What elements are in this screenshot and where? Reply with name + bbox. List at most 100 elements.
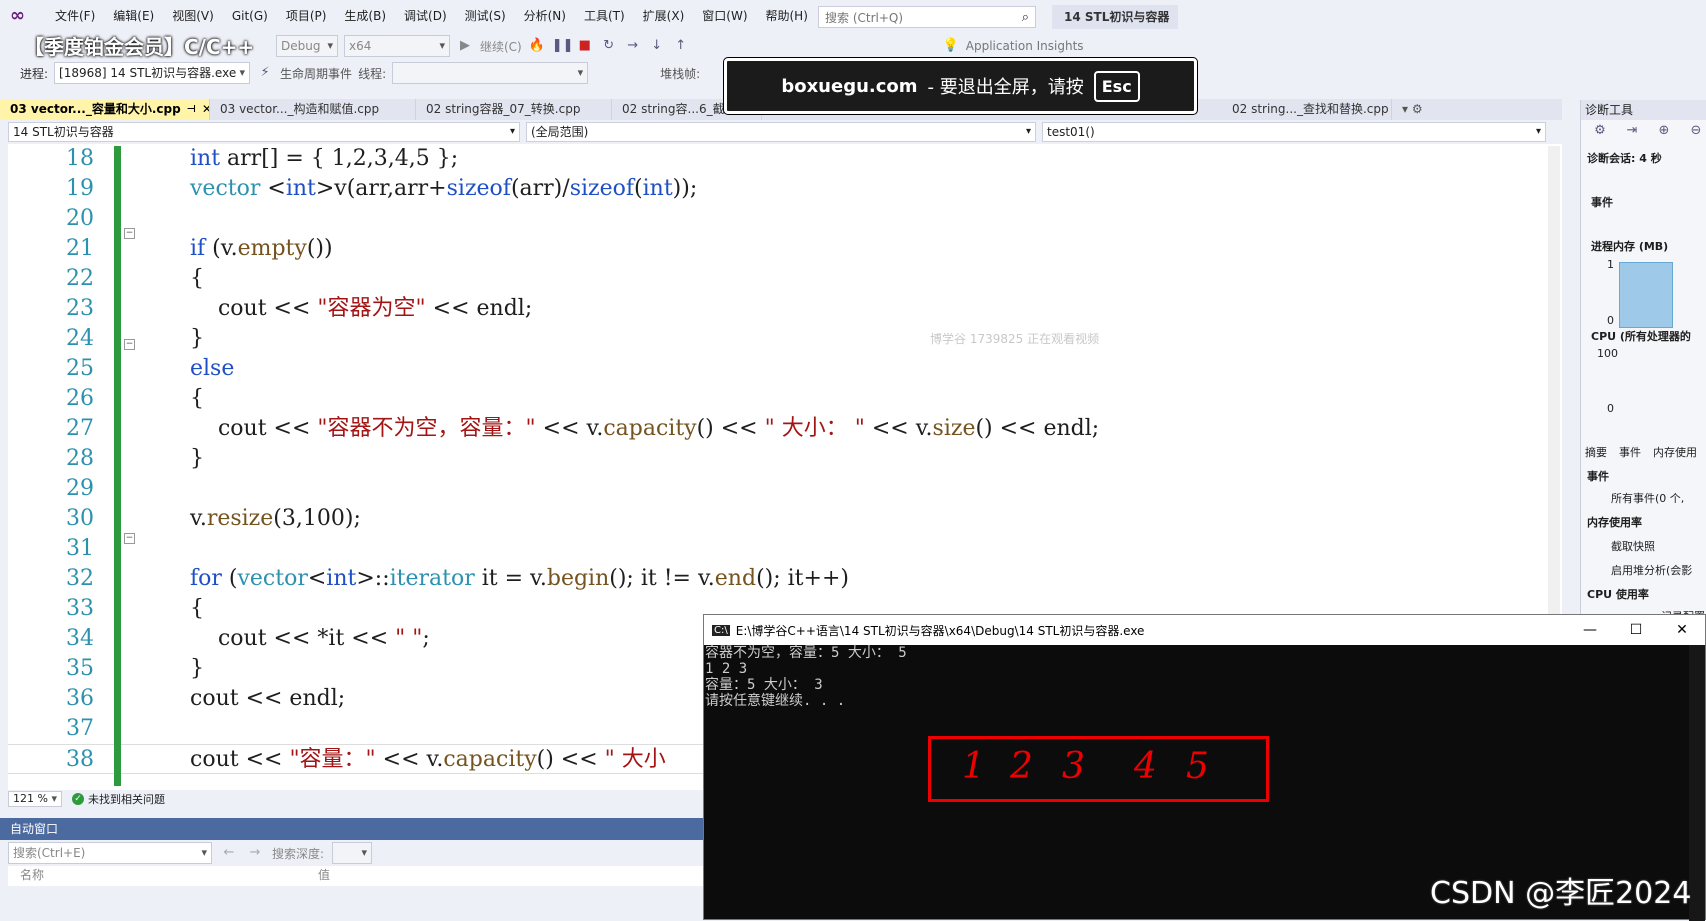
line-number: 33: [66, 596, 94, 621]
code-line: vector <int>v(arr,arr+sizeof(arr)/sizeof…: [190, 176, 698, 201]
forward-arrow-icon[interactable]: →: [246, 844, 264, 862]
issues-status[interactable]: 未找到相关问题: [88, 791, 165, 807]
autos-column-header: 名称 值: [8, 866, 708, 886]
lifecycle-icon[interactable]: ⚡: [256, 64, 274, 82]
search-input[interactable]: 搜索 (Ctrl+Q) ⌕: [818, 6, 1036, 28]
collapse-icon[interactable]: −: [124, 228, 135, 239]
step-into-icon[interactable]: ↓: [648, 37, 666, 55]
collapse-icon[interactable]: −: [124, 339, 135, 350]
lifecycle-events-button[interactable]: 生命周期事件: [280, 65, 352, 82]
close-icon[interactable]: ✕: [1659, 622, 1705, 638]
pin-icon[interactable]: ⊣: [187, 99, 196, 120]
project-select[interactable]: 14 STL初识与容器: [8, 122, 520, 142]
tab-events[interactable]: 事件: [1619, 444, 1641, 460]
value-column-header[interactable]: 值: [318, 866, 330, 886]
take-snapshot-button[interactable]: 截取快照: [1611, 538, 1655, 554]
menu-extensions[interactable]: 扩展(X): [634, 0, 694, 32]
menu-debug[interactable]: 调试(D): [395, 0, 456, 32]
tab-summary[interactable]: 摘要: [1585, 444, 1607, 460]
annotation-digit: 1: [962, 746, 985, 787]
function-select[interactable]: test01(): [1042, 122, 1546, 142]
stack-frame-label: 堆栈帧:: [660, 66, 701, 81]
continue-icon[interactable]: ▶: [456, 37, 474, 55]
check-icon: ✓: [72, 793, 84, 805]
console-line: 1 2 3: [705, 661, 748, 677]
tab-memory-usage[interactable]: 内存使用: [1653, 444, 1697, 460]
stop-icon[interactable]: ■: [576, 37, 594, 55]
search-depth-select[interactable]: [332, 842, 373, 864]
annotation-digit: 3: [1062, 746, 1085, 787]
menu-view[interactable]: 视图(V): [163, 0, 223, 32]
solution-title: 14 STL初识与容器: [1052, 5, 1178, 29]
tab-capacity-size[interactable]: 03 vector..._容量和大小.cpp ⊣ ✕: [0, 99, 210, 120]
hot-reload-icon[interactable]: 🔥: [528, 37, 546, 55]
restart-icon[interactable]: ↻: [600, 37, 618, 55]
console-titlebar[interactable]: C:\ E:\博学谷C++语言\14 STL初识与容器\x64\Debug\14…: [704, 615, 1705, 645]
process-label: 进程:: [20, 66, 49, 81]
close-icon[interactable]: ✕: [202, 99, 209, 120]
autos-search-input[interactable]: 搜索(Ctrl+E): [8, 842, 212, 864]
pause-icon[interactable]: ❚❚: [552, 37, 574, 55]
app-insights-icon[interactable]: 💡: [942, 37, 960, 55]
line-number: 29: [66, 476, 94, 501]
memory-axis-bottom: 0: [1607, 314, 1614, 327]
member-banner: 【季度铂金会员】C/C++: [24, 35, 255, 59]
thread-label: 线程:: [358, 66, 387, 81]
annotation-digit: 4: [1134, 746, 1157, 787]
menu-test[interactable]: 测试(S): [456, 0, 515, 32]
cpu-axis-top: 100: [1597, 347, 1618, 360]
process-select[interactable]: [18968] 14 STL初识与容器.exe: [54, 62, 251, 84]
menu-window[interactable]: 窗口(W): [693, 0, 756, 32]
zoom-in-icon[interactable]: ⊕: [1655, 122, 1673, 140]
continue-button[interactable]: 继续(C): [480, 38, 522, 55]
step-over-icon[interactable]: →: [624, 37, 642, 55]
collapse-icon[interactable]: −: [124, 533, 135, 544]
thread-select[interactable]: [392, 62, 589, 84]
diag-session: 诊断会话: 4 秒: [1587, 152, 1662, 165]
tab-string-find-replace[interactable]: 02 string..._查找和替换.cpp: [1222, 99, 1392, 120]
heap-profiling-checkbox[interactable]: 启用堆分析(会影: [1611, 562, 1692, 578]
minimize-icon[interactable]: —: [1567, 622, 1613, 638]
menu-tools[interactable]: 工具(T): [575, 0, 634, 32]
menu-file[interactable]: 文件(F): [46, 0, 104, 32]
navigation-bar: 14 STL初识与容器 (全局范围) test01(): [8, 122, 1554, 142]
menu-project[interactable]: 项目(P): [277, 0, 336, 32]
menu-edit[interactable]: 编辑(E): [104, 0, 163, 32]
config-select[interactable]: Debug: [276, 35, 338, 57]
code-line: else: [190, 356, 235, 381]
name-column-header[interactable]: 名称: [8, 866, 318, 886]
menu-git[interactable]: Git(G): [223, 0, 277, 32]
zoom-select[interactable]: 121 %: [8, 791, 62, 807]
all-events-link[interactable]: 所有事件(0 个,: [1611, 490, 1684, 506]
gear-icon[interactable]: ⚙: [1591, 122, 1609, 140]
tab-overflow-icon[interactable]: ▾ ⚙: [1392, 99, 1433, 120]
zoom-out-icon[interactable]: ⊖: [1687, 122, 1705, 140]
step-out-icon[interactable]: ↑: [672, 37, 690, 55]
app-insights-button[interactable]: Application Insights: [966, 39, 1084, 53]
annotation-digit: 5: [1186, 746, 1209, 787]
line-number: 21: [66, 236, 94, 261]
export-icon[interactable]: ⇥: [1623, 122, 1641, 140]
code-line: cout << endl;: [190, 686, 346, 711]
overlay-site: boxuegu.com: [781, 75, 918, 97]
code-line: cout << *it << " ";: [190, 626, 430, 651]
menu-help[interactable]: 帮助(H): [757, 0, 817, 32]
memory-axis-top: 1: [1607, 258, 1614, 271]
line-number: 28: [66, 446, 94, 471]
code-line: {: [190, 266, 204, 291]
platform-select[interactable]: x64: [344, 35, 450, 57]
menu-build[interactable]: 生成(B): [335, 0, 395, 32]
line-number: 27: [66, 416, 94, 441]
menu-analyze[interactable]: 分析(N): [515, 0, 575, 32]
autos-toolbar: 搜索(Ctrl+E) ← → 搜索深度:: [8, 842, 708, 864]
search-icon[interactable]: ⌕: [1022, 10, 1029, 25]
visual-studio-logo-icon[interactable]: ∞: [10, 6, 34, 26]
back-arrow-icon[interactable]: ←: [220, 844, 238, 862]
tab-construct-assign[interactable]: 03 vector..._构造和赋值.cpp: [210, 99, 416, 120]
tab-string-convert[interactable]: 02 string容器_07_转换.cpp: [416, 99, 612, 120]
code-line: int arr[] = { 1,2,3,4,5 };: [190, 146, 459, 171]
scope-select[interactable]: (全局范围): [526, 122, 1036, 142]
console-app-icon: C:\: [712, 624, 730, 636]
maximize-icon[interactable]: ☐: [1613, 622, 1659, 638]
line-number: 22: [66, 266, 94, 291]
